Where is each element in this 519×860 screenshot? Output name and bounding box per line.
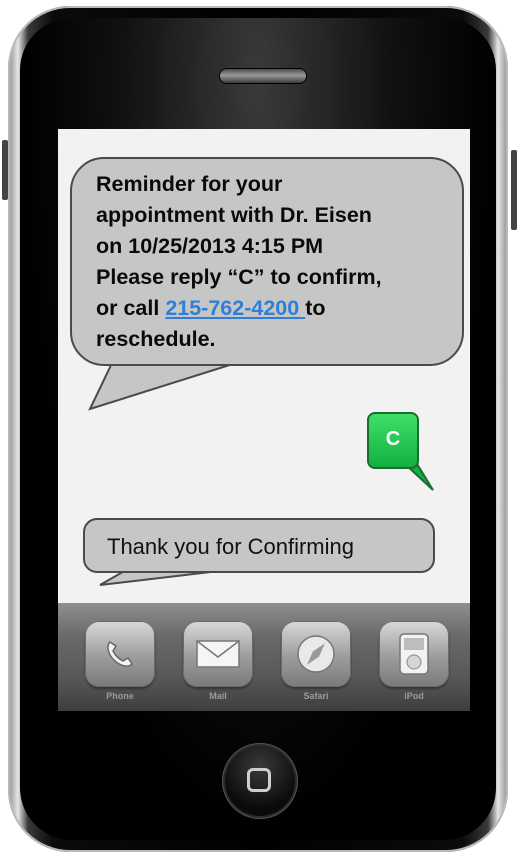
message-line: on 10/25/2013 4:15 PM [96, 234, 324, 258]
ipod-icon[interactable] [379, 621, 449, 687]
side-switch [511, 150, 517, 230]
message-line: appointment with Dr. Eisen [96, 203, 372, 227]
dock-label: Mail [209, 691, 227, 701]
app-dock: Phone Mail Safari iPod [58, 603, 470, 711]
dock-label: iPod [404, 691, 424, 701]
safari-icon[interactable] [281, 621, 351, 687]
dock-item-mail[interactable]: Mail [179, 621, 257, 701]
message-text: to [305, 296, 326, 320]
message-line: Please reply “C” to confirm, [96, 265, 382, 289]
phone-number-link[interactable]: 215-762-4200 [165, 296, 305, 320]
volume-button [2, 140, 8, 200]
dock-label: Safari [303, 691, 329, 701]
mail-icon[interactable] [183, 621, 253, 687]
incoming-bubble-tail [88, 362, 237, 411]
dock-item-ipod[interactable]: iPod [375, 621, 453, 701]
confirm-reply-bubble: C [367, 412, 419, 469]
message-line-with-link: or call 215-762-4200 to [96, 293, 456, 324]
message-line: reschedule. [96, 327, 216, 351]
phone-icon[interactable] [85, 621, 155, 687]
dock-label: Phone [106, 691, 134, 701]
earpiece-speaker [220, 69, 306, 83]
incoming-message-bubble: Reminder for your appointment with Dr. E… [70, 157, 464, 366]
sms-screen: Reminder for your appointment with Dr. E… [58, 129, 470, 603]
thank-you-message-bubble: Thank you for Confirming [83, 518, 435, 573]
dock-item-safari[interactable]: Safari [277, 621, 355, 701]
message-text: or call [96, 296, 166, 320]
dock-item-phone[interactable]: Phone [81, 621, 159, 701]
message-line: Reminder for your [96, 172, 283, 196]
home-button[interactable] [225, 746, 295, 816]
home-square-icon [247, 768, 271, 792]
